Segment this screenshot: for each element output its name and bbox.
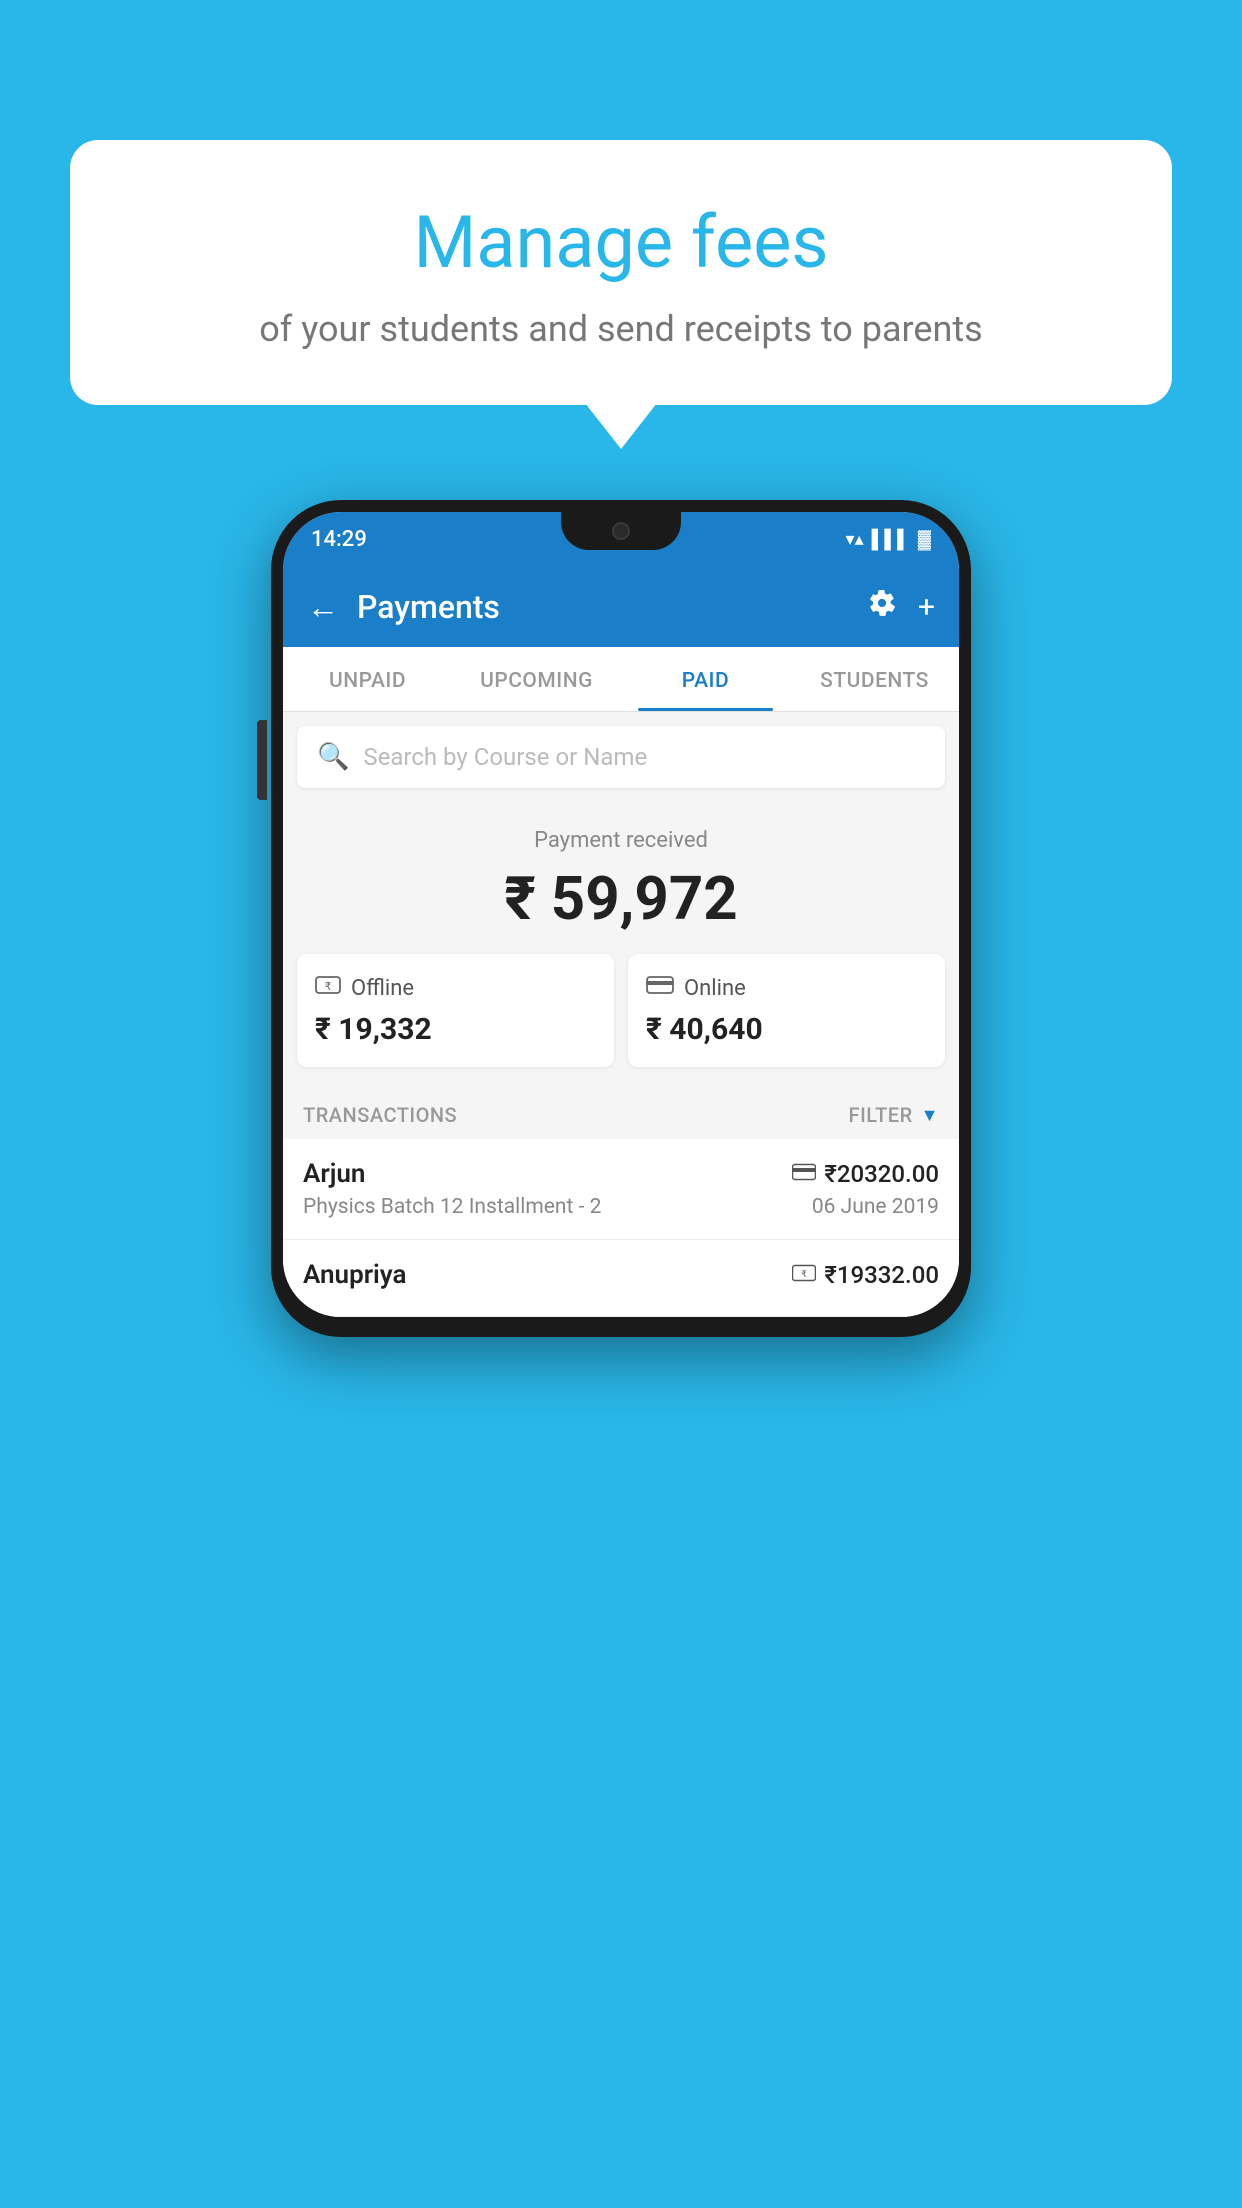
wifi-icon: ▾▴ [846,529,864,550]
app-title: Payments [357,588,850,626]
payment-cards: ₹ Offline ₹ 19,332 [283,954,959,1087]
search-input-placeholder[interactable]: Search by Course or Name [363,743,647,771]
transaction-amount: ₹20320.00 [824,1160,939,1188]
cash-payment-icon: ₹ [792,1263,816,1287]
offline-payment-card: ₹ Offline ₹ 19,332 [297,954,614,1067]
speech-bubble-container: Manage fees of your students and send re… [70,140,1172,405]
content-area: 🔍 Search by Course or Name Payment recei… [283,712,959,1317]
online-type-label: Online [684,976,746,1001]
card-payment-icon [792,1162,816,1186]
transactions-label: TRANSACTIONS [303,1103,457,1127]
status-time: 14:29 [311,527,367,552]
svg-text:₹: ₹ [325,981,332,993]
phone-frame: 14:29 ▾▴ ▌▌▌ ▓ ← Payments [271,500,971,1337]
transaction-amount-wrap: ₹ ₹19332.00 [792,1261,939,1289]
filter-icon: ▼ [921,1105,939,1126]
battery-icon: ▓ [918,529,931,550]
app-bar: ← Payments + [283,567,959,647]
bubble-title: Manage fees [120,200,1122,286]
transaction-item[interactable]: Anupriya ₹ ₹19332.00 [283,1240,959,1317]
transaction-amount-wrap: ₹20320.00 [792,1160,939,1188]
status-icons: ▾▴ ▌▌▌ ▓ [846,529,931,550]
transaction-date: 06 June 2019 [812,1195,939,1219]
settings-icon[interactable] [868,589,896,625]
search-bar[interactable]: 🔍 Search by Course or Name [297,726,945,788]
status-bar: 14:29 ▾▴ ▌▌▌ ▓ [283,512,959,567]
notch [561,512,681,550]
offline-type-label: Offline [351,976,414,1001]
offline-card-header: ₹ Offline [315,974,596,1002]
phone-screen: 14:29 ▾▴ ▌▌▌ ▓ ← Payments [283,512,959,1317]
online-card-header: Online [646,974,927,1002]
search-icon: 🔍 [317,742,349,772]
tab-paid[interactable]: PAID [621,647,790,711]
tab-students[interactable]: STUDENTS [790,647,959,711]
transaction-name: Anupriya [303,1260,407,1290]
transaction-amount: ₹19332.00 [824,1261,939,1289]
transaction-item[interactable]: Arjun ₹20320.00 [283,1139,959,1240]
speech-bubble: Manage fees of your students and send re… [70,140,1172,405]
signal-icon: ▌▌▌ [872,529,910,550]
tab-upcoming[interactable]: UPCOMING [452,647,621,711]
back-button[interactable]: ← [307,588,339,626]
transaction-name: Arjun [303,1159,365,1189]
payment-total-amount: ₹ 59,972 [303,863,939,934]
bubble-subtitle: of your students and send receipts to pa… [120,308,1122,350]
add-button[interactable]: + [918,590,935,625]
offline-amount: ₹ 19,332 [315,1012,596,1047]
tab-unpaid[interactable]: UNPAID [283,647,452,711]
offline-icon: ₹ [315,974,341,1002]
online-icon [646,974,674,1002]
online-amount: ₹ 40,640 [646,1012,927,1047]
app-bar-actions: + [868,589,935,625]
filter-button[interactable]: FILTER ▼ [849,1103,939,1127]
payment-summary: Payment received ₹ 59,972 [283,802,959,954]
transactions-header: TRANSACTIONS FILTER ▼ [283,1087,959,1139]
svg-text:₹: ₹ [801,1269,807,1279]
notch-camera [612,522,630,540]
tabs: UNPAID UPCOMING PAID STUDENTS [283,647,959,712]
transaction-list: Arjun ₹20320.00 [283,1139,959,1317]
payment-received-label: Payment received [303,828,939,853]
filter-label: FILTER [849,1103,913,1127]
phone-wrapper: 14:29 ▾▴ ▌▌▌ ▓ ← Payments [271,500,971,1337]
online-payment-card: Online ₹ 40,640 [628,954,945,1067]
transaction-course: Physics Batch 12 Installment - 2 [303,1195,601,1219]
